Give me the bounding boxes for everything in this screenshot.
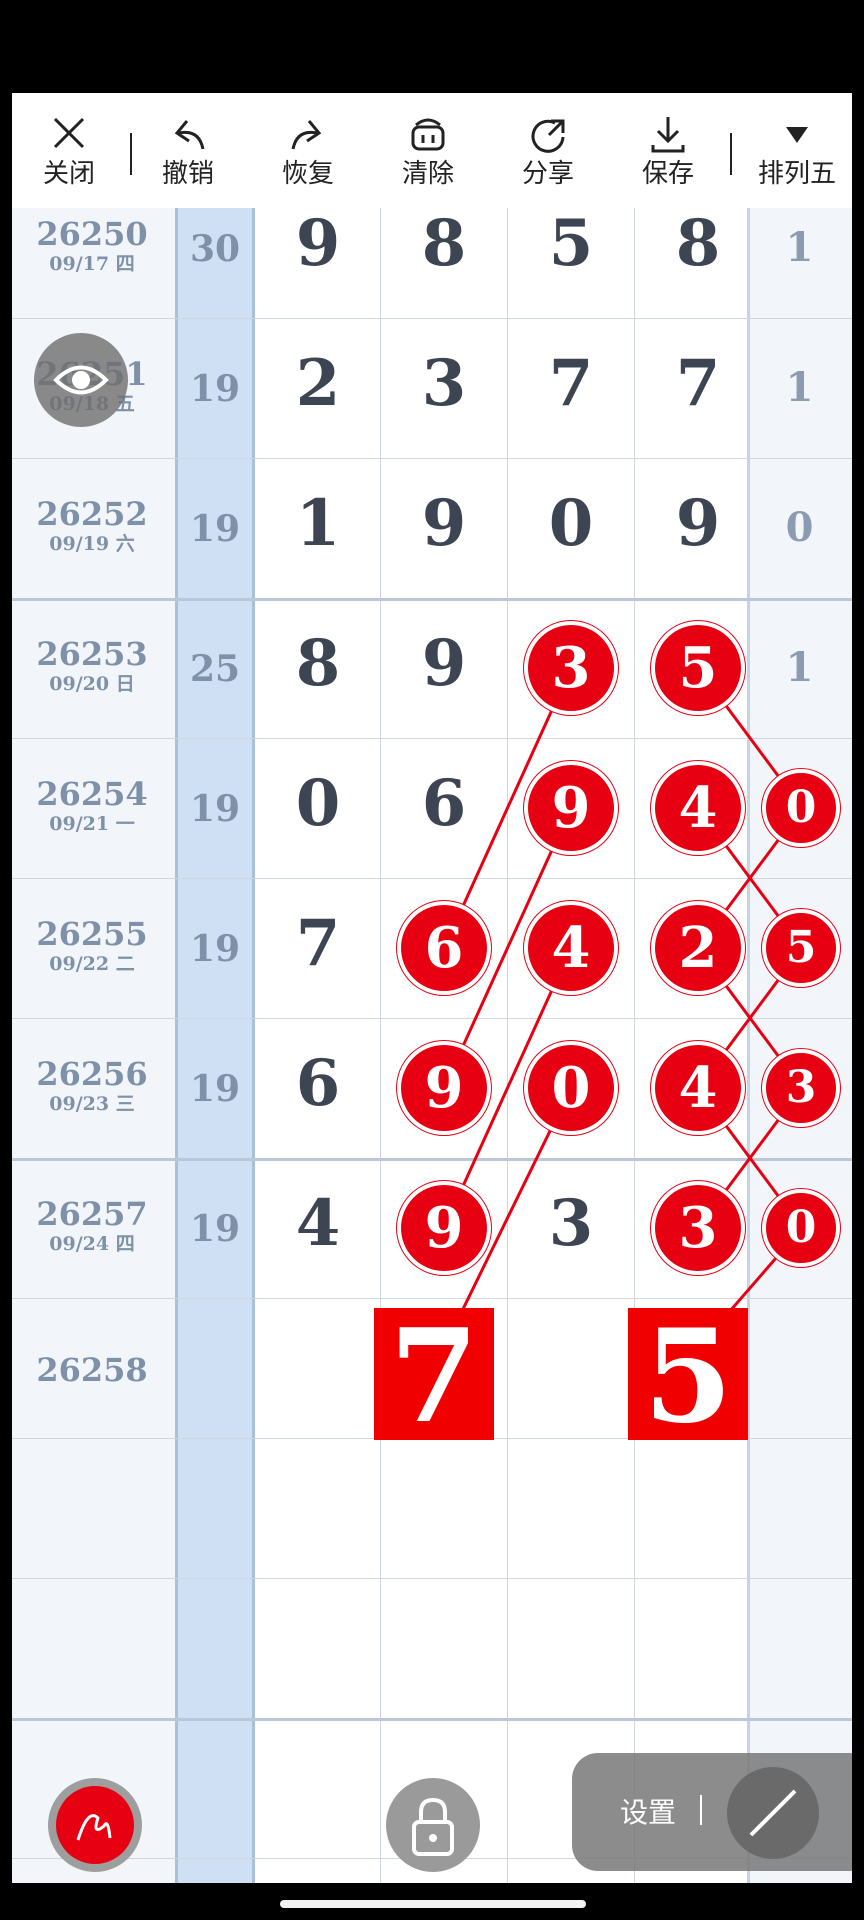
chart-screen: 关闭 撤销 恢复 清除 分享 保存 排列五 26250 09/17 四 30 9… xyxy=(12,93,852,1883)
redo-label: 恢复 xyxy=(281,159,334,189)
lottery-type-label: 排列五 xyxy=(757,159,836,189)
pen-scribble-icon xyxy=(76,1814,112,1841)
highlight-ball-small: 0 xyxy=(762,769,840,847)
lock-button[interactable] xyxy=(386,1778,480,1872)
highlight-ball: 3 xyxy=(524,621,618,715)
close-button[interactable]: 关闭 xyxy=(24,113,114,203)
lock-icon xyxy=(412,1797,454,1856)
undo-icon xyxy=(174,120,205,150)
save-label: 保存 xyxy=(641,159,694,189)
lottery-type-dropdown[interactable]: 排列五 xyxy=(745,113,849,203)
trend-grid[interactable]: 2625009/17 四30985812625109/18 五192377126… xyxy=(12,178,852,1883)
toolbar-divider xyxy=(730,133,732,175)
eye-icon xyxy=(53,365,109,395)
highlight-ball: 6 xyxy=(397,901,491,995)
share-icon xyxy=(531,119,565,153)
redo-button[interactable]: 恢复 xyxy=(263,113,353,203)
share-button[interactable]: 分享 xyxy=(503,113,593,203)
prediction-box-col2: 7 xyxy=(374,1308,494,1446)
line-tool-icon xyxy=(749,1789,797,1837)
highlight-ball: 4 xyxy=(651,761,745,855)
pen-tool-button[interactable] xyxy=(48,1778,142,1872)
highlight-ball: 2 xyxy=(651,901,745,995)
highlight-ball: 9 xyxy=(524,761,618,855)
clear-label: 清除 xyxy=(401,159,454,189)
toolbar: 关闭 撤销 恢复 清除 分享 保存 排列五 xyxy=(12,93,852,208)
settings-divider xyxy=(700,1795,702,1825)
highlight-ball: 5 xyxy=(651,621,745,715)
save-icon xyxy=(651,117,685,153)
share-label: 分享 xyxy=(521,159,574,189)
close-label: 关闭 xyxy=(42,159,95,189)
redo-icon xyxy=(291,120,322,150)
undo-button[interactable]: 撤销 xyxy=(143,113,233,203)
clear-button[interactable]: 清除 xyxy=(383,113,473,203)
undo-label: 撤销 xyxy=(161,159,214,189)
highlight-ball: 0 xyxy=(524,1041,618,1135)
highlight-ball-small: 0 xyxy=(762,1189,840,1267)
dropdown-triangle-icon xyxy=(786,127,808,143)
home-indicator[interactable] xyxy=(280,1900,586,1908)
highlight-ball: 9 xyxy=(397,1181,491,1275)
line-tool-button[interactable] xyxy=(727,1767,819,1859)
eye-toggle-button[interactable] xyxy=(34,333,128,427)
highlight-ball-small: 5 xyxy=(762,909,840,987)
close-icon xyxy=(53,117,85,149)
prediction-box-col4: 5 xyxy=(628,1308,748,1446)
highlight-ball-small: 3 xyxy=(762,1049,840,1127)
highlight-ball: 4 xyxy=(651,1041,745,1135)
clear-icon xyxy=(411,118,445,151)
highlight-ball: 4 xyxy=(524,901,618,995)
settings-panel[interactable]: 设置 xyxy=(572,1753,852,1871)
settings-label[interactable]: 设置 xyxy=(620,1791,676,1831)
toolbar-divider xyxy=(130,133,132,175)
highlight-ball: 9 xyxy=(397,1041,491,1135)
save-button[interactable]: 保存 xyxy=(623,113,713,203)
highlight-ball: 3 xyxy=(651,1181,745,1275)
